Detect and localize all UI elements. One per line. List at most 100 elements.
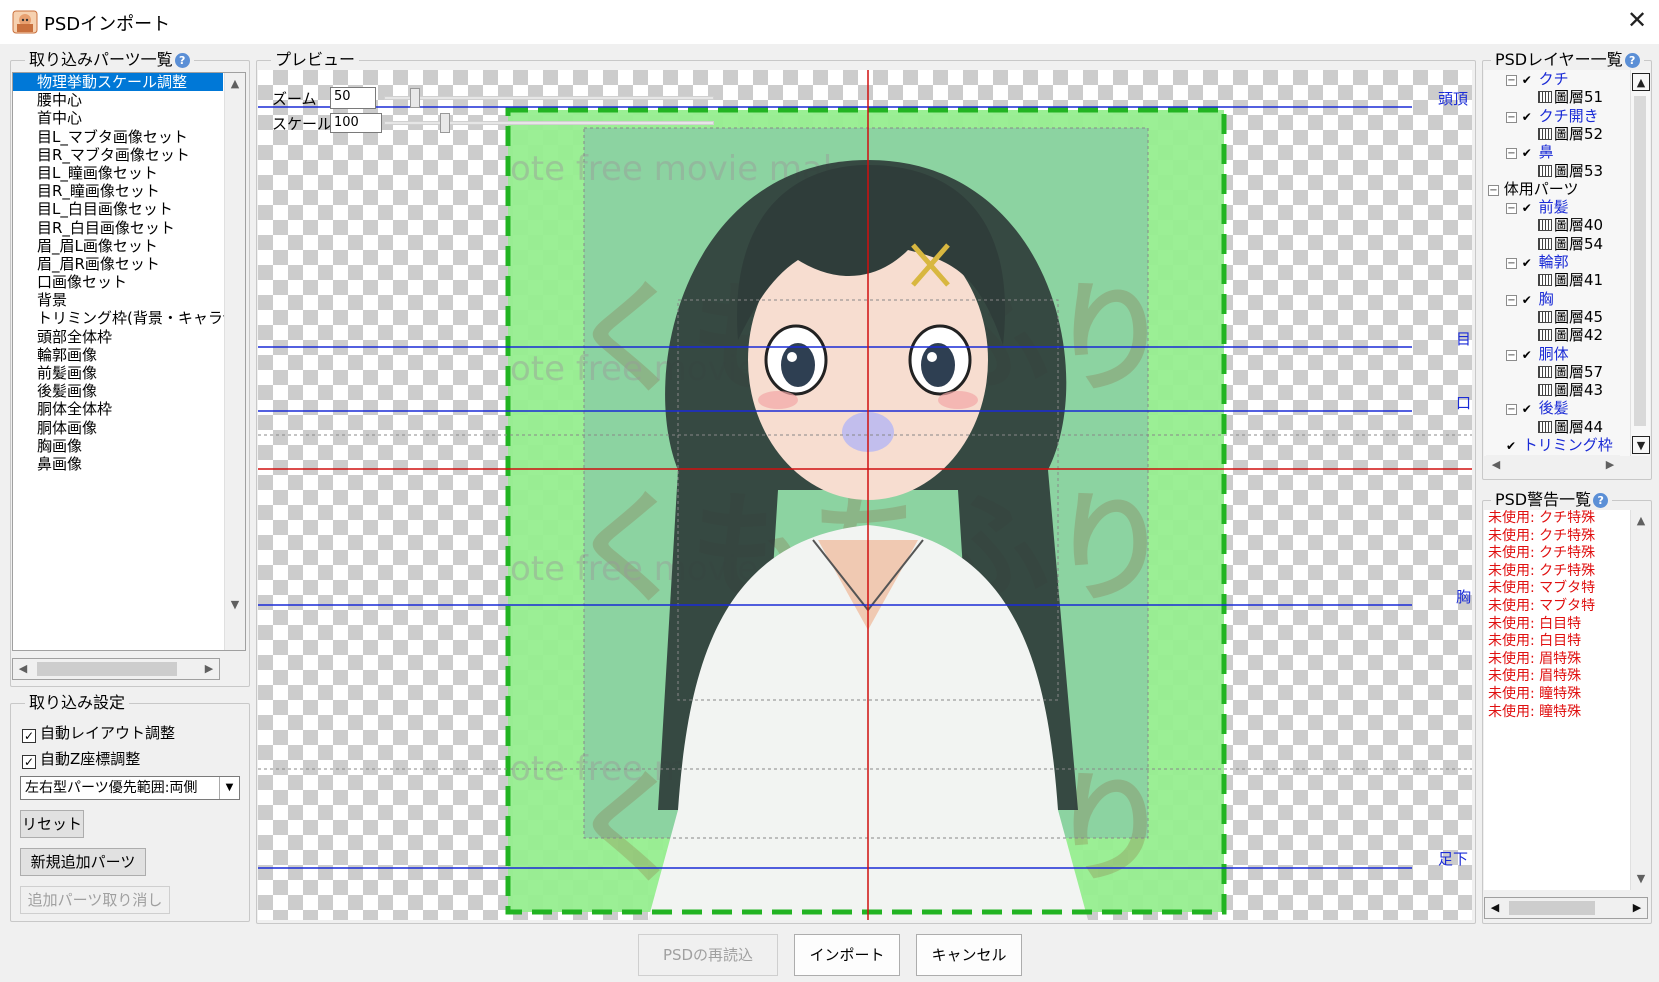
list-item[interactable]: 目R_マブタ画像セット	[13, 146, 223, 164]
tree-row[interactable]: − ✔ 鼻	[1506, 143, 1554, 162]
scroll-down-icon[interactable]: ▼	[226, 596, 244, 614]
tree-row[interactable]: 圖層45	[1538, 308, 1603, 326]
import-button[interactable]: インポート	[794, 934, 900, 976]
list-item[interactable]: 背景	[13, 291, 223, 309]
layer-tree-hscroll[interactable]: ◀ ▶	[1486, 455, 1620, 475]
scroll-down-icon[interactable]: ▼	[1632, 436, 1650, 454]
layer-tree-vscroll[interactable]: ▲ ▼	[1630, 70, 1650, 456]
layer-tree[interactable]: − ✔ クチ 圖層51− ✔ クチ開き 圖層52− ✔ 鼻圖層53− 体用パーツ − …	[1484, 70, 1650, 456]
check-icon[interactable]: ✔	[1522, 291, 1534, 309]
scroll-left-icon[interactable]: ◀	[1486, 899, 1504, 917]
expander-icon[interactable]: −	[1506, 404, 1517, 416]
list-item[interactable]: 胴体画像	[13, 419, 223, 437]
check-icon[interactable]: ✔	[1522, 400, 1534, 418]
warning-list-vscroll[interactable]: ▲ ▼	[1630, 510, 1650, 890]
close-button[interactable]: ✕	[1613, 0, 1659, 44]
tree-row[interactable]: ✔ トリミング枠	[1506, 436, 1613, 455]
check-icon[interactable]: ✔	[1522, 108, 1534, 126]
scroll-right-icon[interactable]: ▶	[200, 660, 218, 678]
check-icon[interactable]: ✔	[1522, 346, 1534, 364]
scroll-thumb[interactable]	[1509, 901, 1595, 915]
parts-list-vscroll[interactable]: ▲ ▼	[224, 73, 245, 650]
scale-input[interactable]: 100	[330, 113, 382, 133]
expander-icon[interactable]: −	[1506, 294, 1517, 306]
scroll-left-icon[interactable]: ◀	[1487, 456, 1505, 474]
check-icon[interactable]: ✔	[1522, 71, 1534, 89]
list-item[interactable]: 腰中心	[13, 91, 223, 109]
scale-slider-thumb[interactable]	[440, 113, 450, 133]
tree-row[interactable]: − ✔ クチ開き	[1506, 107, 1599, 126]
tree-row[interactable]: − ✔ 胴体	[1506, 345, 1569, 364]
tree-row[interactable]: − ✔ 前髪	[1506, 198, 1569, 217]
expander-icon[interactable]: −	[1506, 203, 1517, 215]
list-item[interactable]: 胴体全体枠	[13, 400, 223, 418]
tree-row[interactable]: 圖層41	[1538, 271, 1603, 289]
scroll-up-icon[interactable]: ▲	[1632, 73, 1650, 91]
warning-list[interactable]: 未使用: クチ特殊 未使用: クチ特殊 未使用: クチ特殊 未使用: クチ特殊 未使用:…	[1484, 510, 1650, 890]
list-item[interactable]: 口画像セット	[13, 273, 223, 291]
list-item[interactable]: 目R_瞳画像セット	[13, 182, 223, 200]
list-item[interactable]: 頭部全体枠	[13, 328, 223, 346]
chevron-down-icon[interactable]: ▼	[219, 777, 239, 799]
tree-row[interactable]: 圖層53	[1538, 162, 1603, 180]
scroll-thumb[interactable]	[1634, 96, 1646, 426]
tree-row[interactable]: 圖層57	[1538, 363, 1603, 381]
expander-icon[interactable]: −	[1506, 75, 1517, 86]
list-item[interactable]: 物理挙動スケール調整	[13, 73, 223, 92]
cancel-button[interactable]: キャンセル	[916, 934, 1022, 976]
list-item[interactable]: 目R_白目画像セット	[13, 219, 223, 237]
warning-item[interactable]: 未使用: クチ特殊	[1484, 510, 1628, 528]
warning-item[interactable]: 未使用: 眉特殊	[1484, 668, 1628, 686]
expander-icon[interactable]: −	[1506, 349, 1517, 361]
warning-item[interactable]: 未使用: 眉特殊	[1484, 651, 1628, 669]
help-icon[interactable]: ?	[1593, 493, 1609, 508]
tree-row[interactable]: 圖層40	[1538, 216, 1603, 234]
list-item[interactable]: 鼻画像	[13, 455, 223, 473]
warning-item[interactable]: 未使用: クチ特殊	[1484, 528, 1628, 546]
parts-list[interactable]: 物理挙動スケール調整 腰中心 首中心 目L_マブタ画像セット 目R_マブタ画像セット 目L…	[12, 72, 246, 651]
preview-canvas[interactable]: くもちふり くもちふり くもちふり ote free movie mak ote…	[258, 70, 1472, 920]
zoom-slider-thumb[interactable]	[410, 88, 420, 108]
auto-layout-checkbox[interactable]: ✓ 自動レイアウト調整	[22, 722, 175, 743]
list-item[interactable]: 目L_瞳画像セット	[13, 164, 223, 182]
tree-row[interactable]: − 体用パーツ	[1488, 180, 1578, 198]
warning-item[interactable]: 未使用: クチ特殊	[1484, 563, 1628, 581]
check-icon[interactable]: ✔	[1506, 437, 1518, 455]
tree-row[interactable]: 圖層44	[1538, 418, 1603, 436]
scroll-right-icon[interactable]: ▶	[1601, 456, 1619, 474]
scroll-up-icon[interactable]: ▲	[1632, 512, 1650, 530]
list-item[interactable]: 首中心	[13, 109, 223, 127]
auto-z-checkbox[interactable]: ✓ 自動Z座標調整	[22, 748, 140, 769]
zoom-input[interactable]: 50	[330, 87, 376, 109]
help-icon[interactable]: ?	[1624, 53, 1640, 68]
expander-icon[interactable]: −	[1506, 258, 1517, 269]
list-item[interactable]: トリミング枠(背景・キャラ切	[13, 309, 238, 327]
list-item[interactable]: 後髪画像	[13, 382, 223, 400]
warning-item[interactable]: 未使用: クチ特殊	[1484, 545, 1628, 563]
check-icon[interactable]: ✔	[1522, 254, 1534, 272]
list-item[interactable]: 眉_眉L画像セット	[13, 237, 223, 255]
tree-row[interactable]: − ✔ 後髪	[1506, 399, 1569, 418]
tree-row[interactable]: − ✔ 輪郭	[1506, 253, 1569, 272]
warning-item[interactable]: 未使用: 瞳特殊	[1484, 704, 1628, 722]
add-parts-button[interactable]: 新規追加パーツ	[20, 848, 146, 876]
tree-row[interactable]: 圖層42	[1538, 326, 1603, 344]
list-item[interactable]: 眉_眉R画像セット	[13, 255, 223, 273]
scroll-thumb[interactable]	[37, 662, 177, 676]
scroll-left-icon[interactable]: ◀	[14, 660, 32, 678]
scroll-up-icon[interactable]: ▲	[226, 75, 244, 93]
tree-row[interactable]: 圖層52	[1538, 125, 1603, 143]
warning-item[interactable]: 未使用: 瞳特殊	[1484, 686, 1628, 704]
scale-slider[interactable]	[384, 121, 714, 125]
parts-list-hscroll[interactable]: ◀ ▶	[12, 658, 220, 680]
tree-row[interactable]: 圖層43	[1538, 381, 1603, 399]
warning-item[interactable]: 未使用: マブタ特	[1484, 580, 1628, 598]
check-icon[interactable]: ✔	[1522, 144, 1534, 162]
cancel-add-parts-button[interactable]: 追加パーツ取り消し	[20, 886, 170, 914]
tree-row[interactable]: 圖層54	[1538, 235, 1603, 253]
zoom-slider[interactable]	[384, 96, 714, 100]
priority-select[interactable]: 左右型パーツ優先範囲:両側 ▼	[20, 776, 240, 800]
warning-list-hscroll[interactable]: ◀ ▶	[1484, 897, 1648, 919]
reload-psd-button[interactable]: PSDの再読込	[638, 934, 778, 976]
tree-row[interactable]: − ✔ 胸	[1506, 290, 1554, 309]
